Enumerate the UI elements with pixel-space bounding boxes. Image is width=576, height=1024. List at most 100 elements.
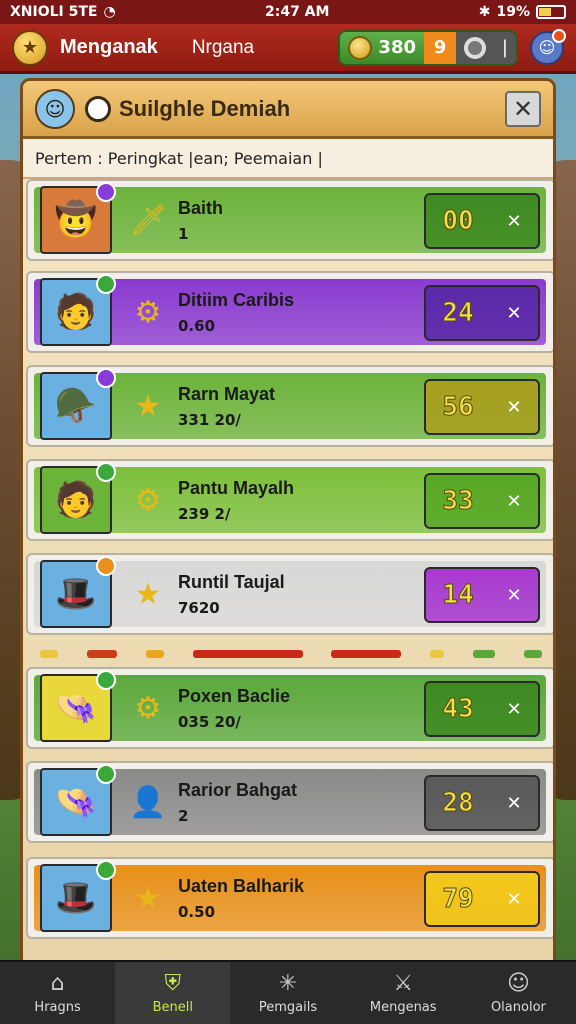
player-stat: 035 20/ [178,712,241,731]
close-icon[interactable]: ✕ [507,397,522,418]
clock: 2:47 AM [264,4,330,20]
score-box[interactable]: 14 ✕ [424,567,540,623]
player-name: Uaten Balharik [178,875,305,896]
close-icon[interactable]: ✕ [507,793,522,814]
player-stat: 239 2/ [178,504,231,523]
leaderboard-row[interactable]: 🎩 ★ Uaten Balharik 0.50 79 ✕ [26,857,553,939]
leaderboard-row[interactable]: 🪖 ★ Rarn Mayat 331 20/ 56 ✕ [26,365,553,447]
rank-badge [96,368,116,388]
coins-counter[interactable]: 380 [340,31,424,64]
nav-label: Mengenas [369,1000,437,1015]
rank-badge [96,556,116,576]
score-box[interactable]: 28 ✕ [424,775,540,831]
rank-badge [96,462,116,482]
score-box[interactable]: 56 ✕ [424,379,540,435]
header-subtitle[interactable]: Nrgana [192,37,254,59]
notification-dot [552,28,566,43]
blue-star-icon: ★ [134,880,162,916]
score-value: 79 [442,884,474,915]
player-avatar[interactable]: 👒 [40,670,116,742]
currency-bar: 380 9 | [338,29,518,66]
top-header: ★ Menganak Nrgana 380 9 | ☺ [0,24,576,74]
tan-hat-icon: 👒 [54,688,98,728]
player-stat: 2 [178,806,189,825]
player-name: Poxen Baclie [178,685,291,706]
player-name: Baith [178,197,223,218]
nav-item-benell[interactable]: ⛨ Benell [115,962,231,1024]
close-icon[interactable]: ✕ [507,303,522,324]
score-value: 14 [442,580,474,611]
score-box[interactable]: 00 ✕ [424,193,540,249]
player-avatar[interactable]: 🧑 [40,462,116,534]
section-divider [26,647,553,661]
purple-hat-icon: 🎩 [54,574,98,614]
score-value: 33 [442,486,474,517]
nav-item-hragns[interactable]: ⌂ Hragns [0,962,115,1024]
gems-counter[interactable]: 9 [424,31,456,64]
purple-amulet-icon: ⚙ [134,294,162,330]
score-box[interactable]: 33 ✕ [424,473,540,529]
leaderboard-row[interactable]: 🧑 ⚙ Ditiim Caribis 0.60 24 ✕ [26,271,553,353]
player-avatar[interactable]: 🤠 [40,182,116,254]
close-icon[interactable]: ✕ [507,211,522,232]
rank-badge [96,764,116,784]
home-icon: ⌂ [50,971,65,996]
leaderboard-row[interactable]: 👒 👤 Rarior Bahgat 2 28 ✕ [26,761,553,843]
player-avatar[interactable]: 🧑 [40,274,116,346]
player-name: Rarior Bahgat [178,779,298,800]
player-stat: 0.60 [178,316,216,335]
player-stat: 7620 [178,598,220,617]
nav-item-pemgails[interactable]: ✳ Pemgails [230,962,345,1024]
player-avatar[interactable]: 👒 [40,764,116,836]
leaderboard-row[interactable]: 👒 ⚙ Poxen Baclie 035 20/ 43 ✕ [26,667,553,749]
divider-segment [87,650,118,658]
player-avatar[interactable]: 🎩 [40,556,116,628]
nav-label: Pemgails [258,1000,318,1015]
player-name: Pantu Mayalh [178,477,295,498]
row-info: Runtil Taujal 7620 [178,572,285,617]
pipe-icon: | [501,37,508,58]
player-avatar-icon: ☺ [35,88,75,129]
nav-item-olanolor[interactable]: ☺ Olanolor [461,962,576,1024]
leaderboard-row[interactable]: 🤠 🗡 Baith 1 00 ✕ [26,179,553,261]
close-icon[interactable]: ✕ [507,585,522,606]
bluetooth-icon: ✱ [478,4,491,20]
close-icon[interactable]: ✕ [507,699,522,720]
profile-icon: ☺ [538,38,556,57]
rank-badge [96,860,116,880]
crossed-swords-icon: ⚔ [393,971,414,996]
score-box[interactable]: 79 ✕ [424,871,540,927]
star-icon: ★ [134,576,162,612]
score-value: 00 [442,206,474,237]
divider-segment [430,650,445,658]
player-avatar[interactable]: 🪖 [40,368,116,440]
profile-button[interactable]: ☺ [530,28,566,65]
player-avatar[interactable]: 🎩 [40,860,116,932]
nav-label: Olanolor [490,1000,546,1015]
score-box[interactable]: 24 ✕ [424,285,540,341]
panel-title-text: Suilghle Demiah [119,95,291,121]
score-box[interactable]: 43 ✕ [424,681,540,737]
row-info: Poxen Baclie 035 20/ [178,686,290,731]
nav-item-mengenas[interactable]: ⚔ Mengenas [346,962,461,1024]
player-name: Runtil Taujal [178,571,285,592]
leaderboard-row[interactable]: 🎩 ★ Runtil Taujal 7620 14 ✕ [26,553,553,635]
close-button[interactable]: ✕ [505,90,541,127]
battery-icon [535,5,566,19]
header-title[interactable]: Menganak [60,36,158,59]
brown-hat-icon: 🧑 [54,480,98,520]
close-icon[interactable]: ✕ [507,491,522,512]
rank-badge [96,670,116,690]
player-stat: 331 20/ [178,410,241,429]
close-icon[interactable]: ✕ [507,889,522,910]
gems-value: 9 [433,37,447,58]
panel-header: ☺ Suilghle Demiah ✕ [23,81,553,139]
gear-icon: ⚙ [134,482,162,518]
nav-label: Benell [152,1000,193,1015]
leaderboard-row[interactable]: 🧑 ⚙ Pantu Mayalh 239 2/ 33 ✕ [26,459,553,541]
divider-segment [40,650,59,658]
filter-bar[interactable]: Pertem : Peringkat |ean; Peemaian | [23,139,553,179]
settings-button[interactable]: | [456,31,516,64]
carrier-label: XNIOLI 5TE [10,4,98,20]
game-logo-icon[interactable]: ★ [12,29,48,66]
